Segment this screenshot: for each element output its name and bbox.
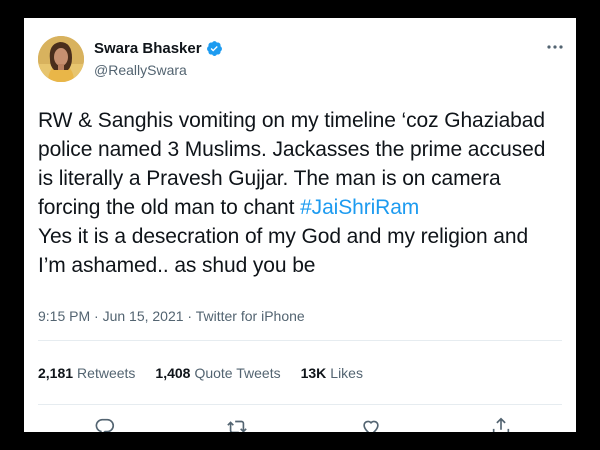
avatar[interactable]	[38, 36, 84, 82]
tweet-text-line: I’m ashamed.. as shud you be	[38, 254, 316, 277]
more-options-icon[interactable]	[546, 34, 564, 55]
retweets-stat[interactable]: 2,181 Retweets	[38, 365, 135, 381]
likes-count: 13K	[300, 365, 327, 381]
tweet-card: Swara Bhasker @ReallySwara RW & Sanghis …	[24, 18, 576, 432]
quote-tweets-label: Quote Tweets	[194, 365, 281, 381]
verified-badge-icon	[206, 40, 223, 57]
retweets-label: Retweets	[77, 365, 136, 381]
hashtag-link[interactable]: #JaiShriRam	[300, 196, 419, 219]
tweet-source[interactable]: Twitter for iPhone	[196, 308, 305, 324]
quote-tweets-count: 1,408	[155, 365, 191, 381]
retweet-icon[interactable]	[226, 416, 248, 432]
quote-tweets-stat[interactable]: 1,408 Quote Tweets	[155, 365, 280, 381]
divider	[38, 404, 562, 405]
tweet-timestamp[interactable]: 9:15 PM · Jun 15, 2021 ·	[38, 308, 196, 324]
tweet-text-segment: forcing the old man to chant	[38, 196, 301, 219]
share-icon[interactable]	[490, 416, 512, 432]
avatar-photo	[38, 36, 84, 82]
author-display-name[interactable]: Swara Bhasker	[94, 40, 202, 57]
tweet-text-line: RW & Sanghis vomiting on my timeline ‘co…	[38, 109, 545, 132]
likes-label: Likes	[330, 365, 363, 381]
likes-stat[interactable]: 13K Likes	[301, 365, 363, 381]
tweet-text: RW & Sanghis vomiting on my timeline ‘co…	[38, 106, 568, 280]
tweet-text-line: Yes it is a desecration of my God and my…	[38, 225, 529, 248]
reply-icon[interactable]	[94, 416, 116, 432]
tweet-meta: 9:15 PM · Jun 15, 2021 · Twitter for iPh…	[38, 308, 305, 324]
retweets-count: 2,181	[38, 365, 74, 381]
author-name-row[interactable]: Swara Bhasker	[94, 40, 223, 57]
tweet-actions	[24, 416, 576, 432]
like-icon[interactable]	[360, 416, 382, 432]
tweet-text-line: police named 3 Muslims. Jackasses the pr…	[38, 138, 546, 161]
tweet-stats: 2,181 Retweets 1,408 Quote Tweets 13K Likes	[38, 365, 363, 381]
divider	[38, 340, 562, 341]
author-handle[interactable]: @ReallySwara	[94, 62, 187, 78]
tweet-text-line: forcing the old man to chant #JaiShriRam	[38, 193, 568, 222]
tweet-text-line: is literally a Pravesh Gujjar. The man i…	[38, 167, 501, 190]
